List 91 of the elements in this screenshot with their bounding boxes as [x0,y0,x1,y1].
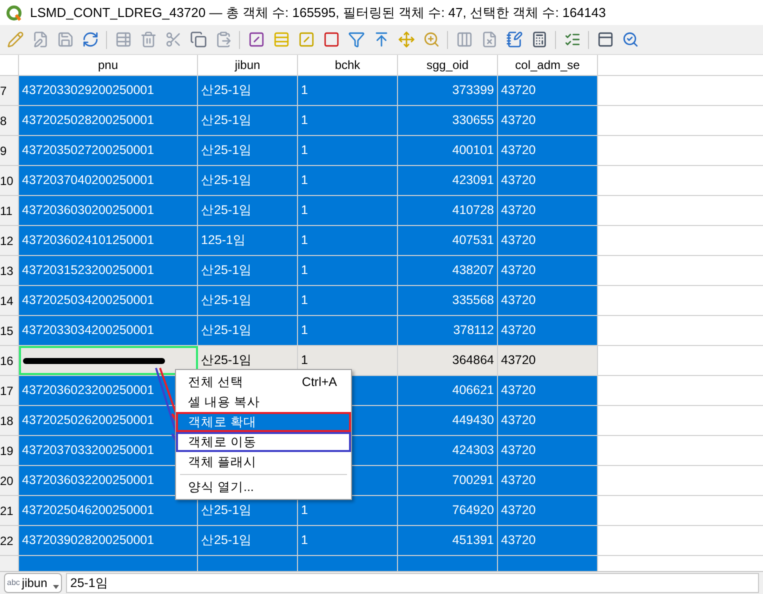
menu-item[interactable]: 객체로 이동 [176,432,351,452]
table-cell: 1 [298,196,398,225]
table-cell: 1 [298,226,398,255]
row-number[interactable]: 15 [0,316,19,345]
table-cell: 4372033034200250001 [19,316,198,345]
table-cell: 43720 [498,376,598,405]
table-cell: 43720 [498,106,598,135]
column-header[interactable]: pnu [19,55,198,75]
table-cell: 700291 [398,466,498,495]
table-cell: 406621 [398,376,498,405]
table-cell: 산25-1임 [198,76,298,105]
table-cell: 4372025028200250001 [19,106,198,135]
row-number[interactable]: 17 [0,376,19,405]
table-cell: 4372037040200250001 [19,166,198,195]
table-cell: 43720 [498,316,598,345]
table-cell: 4372025046200250001 [19,496,198,525]
table-cell: 1 [298,166,398,195]
table-cell: 43720 [498,196,598,225]
table-cell: 4372039028200250001 [19,526,198,555]
row-number[interactable]: 18 [0,406,19,435]
table-cell: 378112 [398,316,498,345]
row-number[interactable]: 21 [0,496,19,525]
table-cell: 43720 [498,76,598,105]
table-cell: 364864 [398,346,498,375]
table-cell: 1 [298,286,398,315]
column-header[interactable]: jibun [198,55,298,75]
table-cell: 330655 [398,106,498,135]
table-cell: 407531 [398,226,498,255]
table-cell: 43720 [498,496,598,525]
table-cell: 산25-1임 [198,106,298,135]
table-cell: 335568 [398,286,498,315]
table-cell: 764920 [398,496,498,525]
column-header[interactable]: bchk [298,55,398,75]
window-title: LSMD_CONT_LDREG_43720 — 총 객체 수: 165595, 필터링된 객체 수: 47, 선택한 객체 수: 164143 [30,4,606,22]
table-cell: 4372036030200250001 [19,196,198,225]
table-cell: 125-1임 [198,226,298,255]
row-number[interactable]: 20 [0,466,19,495]
table-cell: 4372033029200250001 [19,76,198,105]
table-cell: 43720 [498,466,598,495]
table-cell: 43720 [498,346,598,375]
table-cell: 산25-1임 [198,166,298,195]
table-cell: 373399 [398,76,498,105]
table-cell: 43720 [498,406,598,435]
table-cell: 424303 [398,436,498,465]
table-cell: 43720 [498,256,598,285]
table-cell: 4372036024101250001 [19,226,198,255]
row-number[interactable]: 9 [0,136,19,165]
menu-item[interactable]: 객체로 확대 [176,412,351,432]
table-cell: 4372025034200250001 [19,286,198,315]
row-number[interactable]: 14 [0,286,19,315]
table-cell: 43720 [498,436,598,465]
app-logo-icon [6,4,22,20]
row-number[interactable]: 7 [0,76,19,105]
table-cell: 1 [298,256,398,285]
table-cell: 438207 [398,256,498,285]
table-cell: 1 [298,136,398,165]
row-number[interactable]: 22 [0,526,19,555]
table-cell: 1 [298,496,398,525]
table-cell: 1 [298,106,398,135]
table-cell: 1 [298,526,398,555]
table-cell: 43720 [498,286,598,315]
table-cell: 4372031523200250001 [19,256,198,285]
value-field[interactable]: 25-1임 [66,573,759,593]
row-number[interactable]: 12 [0,226,19,255]
table-cell: 산25-1임 [198,136,298,165]
row-number[interactable]: 19 [0,436,19,465]
table-cell: 산25-1임 [198,316,298,345]
row-number[interactable]: 8 [0,106,19,135]
table-cell: 산25-1임 [198,196,298,225]
table-cell: 449430 [398,406,498,435]
table-cell: 43720 [498,526,598,555]
column-header[interactable]: col_adm_se [498,55,598,75]
table-cell: 4372035027200250001 [19,136,198,165]
table-cell: 400101 [398,136,498,165]
row-number[interactable]: 11 [0,196,19,225]
table-cell: 410728 [398,196,498,225]
table-cell: 43720 [498,166,598,195]
caret-icon [53,585,60,589]
row-number[interactable]: 13 [0,256,19,285]
row-number[interactable]: 16 [0,346,19,375]
table-cell: 43720 [498,136,598,165]
table-cell: 1 [298,316,398,345]
table-cell: 1 [298,76,398,105]
table-cell: 423091 [398,166,498,195]
table-cell: 451391 [398,526,498,555]
table-cell: 산25-1임 [198,526,298,555]
table-cell: 산25-1임 [198,256,298,285]
row-number[interactable]: 10 [0,166,19,195]
table-cell: 산25-1임 [198,286,298,315]
table-cell: 43720 [498,226,598,255]
column-header[interactable]: sgg_oid [398,55,498,75]
